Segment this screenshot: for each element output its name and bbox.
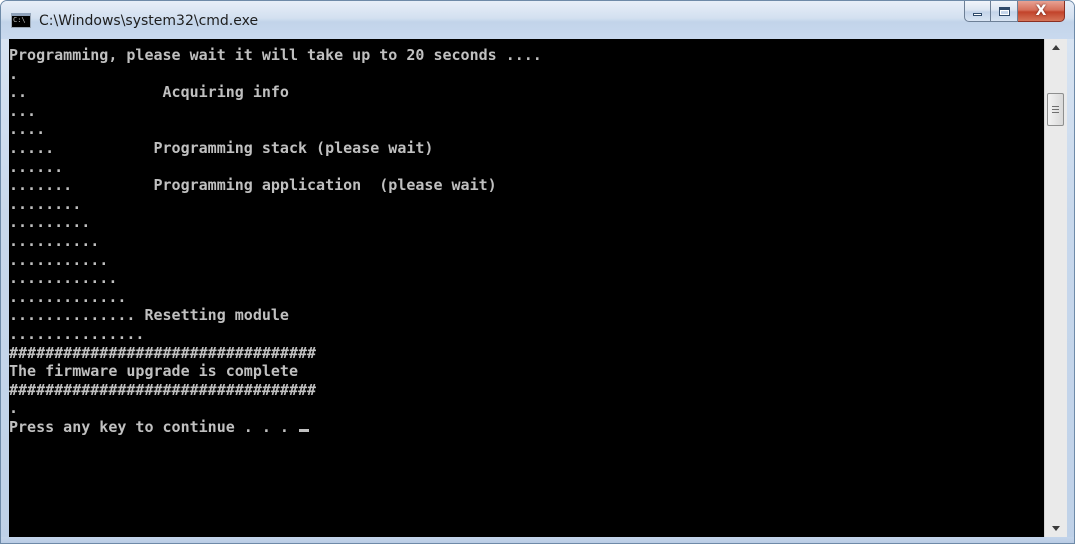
console-output[interactable]: Programming, please wait it will take up… xyxy=(9,39,1044,537)
console-line: . xyxy=(9,64,19,83)
console-line: ...... xyxy=(9,157,64,176)
scroll-thumb[interactable] xyxy=(1047,93,1064,126)
console-line: . xyxy=(9,399,19,418)
arrow-up-icon xyxy=(1052,45,1060,50)
console-line: ....... Programming application (please … xyxy=(9,176,497,195)
console-line: ............. xyxy=(9,287,127,306)
grip-icon xyxy=(1052,112,1059,113)
title-bar[interactable]: C:\ C:\Windows\system32\cmd.exe X xyxy=(1,1,1074,39)
console-line: ............ xyxy=(9,269,118,288)
console-line: ........... xyxy=(9,250,109,269)
maximize-icon xyxy=(998,6,1010,16)
console-line: Programming, please wait it will take up… xyxy=(9,46,542,64)
console-line: The firmware upgrade is complete xyxy=(9,362,298,381)
console-line: .......... xyxy=(9,231,100,250)
close-button[interactable]: X xyxy=(1018,1,1065,22)
console-line: .... xyxy=(9,120,46,139)
console-line: ... xyxy=(9,101,37,120)
scroll-down-button[interactable] xyxy=(1045,520,1067,537)
window-title: C:\Windows\system32\cmd.exe xyxy=(39,13,259,29)
cmd-icon[interactable]: C:\ xyxy=(11,13,31,28)
close-icon: X xyxy=(1035,3,1047,19)
prompt-line: Press any key to continue . . . xyxy=(9,418,1044,437)
prompt-text: Press any key to continue . . . xyxy=(9,417,298,436)
scroll-up-button[interactable] xyxy=(1045,39,1067,56)
caption-buttons: X xyxy=(964,1,1065,23)
window-frame-bottom xyxy=(1,537,1074,543)
cmd-window: C:\ C:\Windows\system32\cmd.exe X Progra… xyxy=(0,0,1075,544)
grip-icon xyxy=(1052,106,1059,107)
vertical-scrollbar[interactable] xyxy=(1044,39,1067,537)
console-line: ################################## xyxy=(9,380,317,399)
console-line: ............... xyxy=(9,324,145,343)
console-line: ..... Programming stack (please wait) xyxy=(9,138,434,157)
arrow-down-icon xyxy=(1052,526,1060,531)
minimize-button[interactable] xyxy=(964,1,991,22)
console-line: .............. Resetting module xyxy=(9,306,289,325)
minimize-icon xyxy=(973,12,982,16)
console-line: ........ xyxy=(9,194,82,213)
console-line: ################################## xyxy=(9,343,317,362)
console-line: .. Acquiring info xyxy=(9,83,289,102)
console-line: ......... xyxy=(9,213,91,232)
maximize-button[interactable] xyxy=(991,1,1018,22)
text-cursor xyxy=(298,428,309,432)
grip-icon xyxy=(1052,109,1059,110)
